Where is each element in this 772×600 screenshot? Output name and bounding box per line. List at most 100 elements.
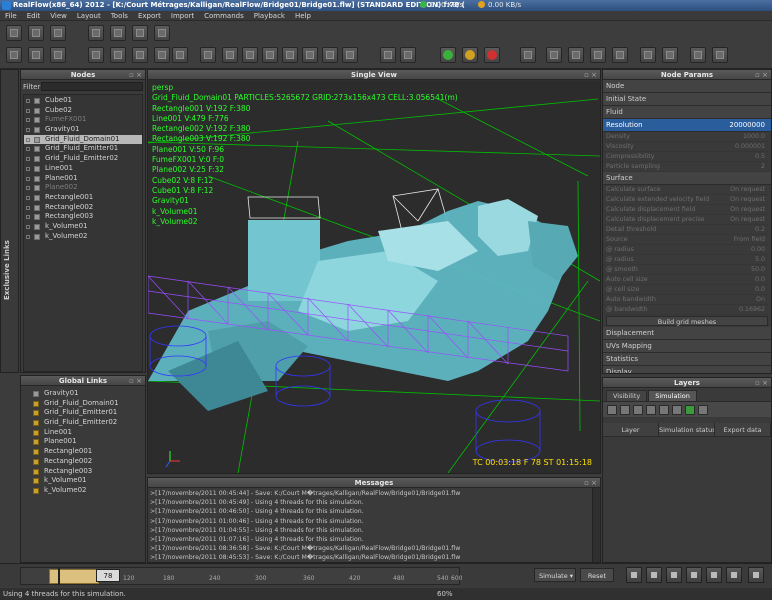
global-link-item[interactable]: Grid_Fluid_Emitter02 (23, 418, 143, 428)
help-icon[interactable] (712, 47, 728, 63)
section-display[interactable]: Display (603, 366, 771, 373)
fluid-param-value[interactable]: 1000.0 (743, 132, 765, 142)
grid-fluid-icon[interactable] (322, 47, 338, 63)
panel-close-icon[interactable]: ▫ × (755, 378, 768, 388)
node-item[interactable]: k_Volume01 (24, 222, 142, 232)
global-link-item[interactable]: k_Volume01 (23, 476, 143, 486)
surface-param[interactable]: Calculate displacement field On request (603, 205, 771, 215)
panel-close-icon[interactable]: ▫ × (755, 70, 768, 80)
menu-edit[interactable]: Edit (22, 11, 46, 21)
add-layer-icon[interactable] (607, 404, 617, 415)
node-item[interactable]: Rectangle002 (24, 203, 142, 213)
move-up-icon[interactable] (633, 404, 643, 415)
node-item[interactable]: k_Volume02 (24, 232, 142, 242)
section-statistics[interactable]: Statistics (603, 353, 771, 366)
surface-param-value[interactable]: 0.16962 (739, 305, 765, 315)
panel-close-icon[interactable]: ▫ × (584, 478, 597, 488)
section-initial-state[interactable]: Initial State (603, 93, 771, 106)
node-item[interactable]: Grid_Fluid_Emitter01 (24, 144, 142, 154)
node-item[interactable]: Cube02 (24, 106, 142, 116)
surface-param-value[interactable]: On request (730, 205, 765, 215)
surface-param[interactable]: @ smooth 50.0 (603, 265, 771, 275)
play-icon[interactable] (666, 567, 682, 583)
global-link-item[interactable]: Rectangle003 (23, 467, 143, 477)
global-link-item[interactable]: k_Volume02 (23, 486, 143, 496)
expand-icon[interactable] (26, 118, 30, 123)
menu-playback[interactable]: Playback (249, 11, 290, 21)
menu-export[interactable]: Export (133, 11, 166, 21)
frame-cursor[interactable] (58, 568, 60, 585)
expand-icon[interactable] (26, 157, 30, 162)
expand-icon[interactable] (26, 176, 30, 181)
expand-icon[interactable] (26, 108, 30, 113)
mesh-icon[interactable] (262, 47, 278, 63)
fluid-param[interactable]: Viscosity 0.000001 (603, 142, 771, 152)
fluid-param[interactable]: Compressibility 0.5 (603, 152, 771, 162)
expand-icon[interactable] (26, 128, 30, 133)
panel-close-icon[interactable]: ▫ × (584, 70, 597, 80)
surface-param-value[interactable]: On request (730, 215, 765, 225)
python-icon[interactable] (662, 47, 678, 63)
section-displacement[interactable]: Displacement (603, 327, 771, 340)
global-link-item[interactable]: Grid_Fluid_Domain01 (23, 399, 143, 409)
panel-close-icon[interactable]: ▫ × (129, 376, 142, 386)
options-icon[interactable] (698, 404, 708, 415)
resolution-param[interactable]: Resolution 20000000 (603, 119, 771, 132)
fluid-param-value[interactable]: 2 (761, 162, 765, 172)
expand-icon[interactable] (26, 99, 30, 103)
new-scene-icon[interactable] (6, 47, 22, 63)
surface-param-value[interactable]: 0.0 (755, 285, 765, 295)
menu-import[interactable]: Import (166, 11, 199, 21)
simulate-icon[interactable] (685, 404, 695, 415)
layout-tool-icon[interactable] (50, 25, 66, 41)
save-scene-icon[interactable] (50, 47, 66, 63)
surface-param[interactable]: @ bandwidth 0.16962 (603, 305, 771, 315)
simulate-mode-select[interactable]: Simulate ▾ (534, 568, 576, 582)
fluid-param[interactable]: Particle sampling 2 (603, 162, 771, 172)
surface-param[interactable]: @ cell size 0.0 (603, 285, 771, 295)
global-link-item[interactable]: Gravity01 (23, 389, 143, 399)
hybrido-icon[interactable] (380, 47, 396, 63)
surface-param-value[interactable]: 5.0 (755, 255, 765, 265)
build-grid-meshes-button[interactable]: Build grid meshes (606, 316, 768, 326)
layout-tool-icon[interactable] (88, 25, 104, 41)
3d-viewport[interactable]: persp Grid_Fluid_Domain01 PARTICLES:52656… (148, 81, 600, 473)
node-item[interactable]: Cube01 (24, 96, 142, 106)
menu-commands[interactable]: Commands (199, 11, 249, 21)
surface-param[interactable]: Auto bandwidth On (603, 295, 771, 305)
section-surface[interactable]: Surface (603, 172, 771, 185)
panel-close-icon[interactable]: ▫ × (129, 70, 142, 80)
surface-param[interactable]: Calculate surface On request (603, 185, 771, 195)
move-down-icon[interactable] (646, 404, 656, 415)
volume-icon[interactable] (400, 47, 416, 63)
surface-param[interactable]: Auto cell size 0.0 (603, 275, 771, 285)
surface-param[interactable]: Calculate extended velocity field On requ… (603, 195, 771, 205)
camera-icon[interactable] (282, 47, 298, 63)
skip-end-icon[interactable] (706, 567, 722, 583)
node-item[interactable]: Rectangle003 (24, 212, 142, 222)
sim-stop-icon[interactable] (484, 47, 500, 63)
graph-icon[interactable] (640, 47, 656, 63)
expand-icon[interactable] (26, 205, 30, 210)
node-item[interactable]: Rectangle001 (24, 193, 142, 203)
surface-param-value[interactable]: On request (730, 185, 765, 195)
loop-icon[interactable] (726, 567, 742, 583)
expand-icon[interactable] (26, 215, 30, 220)
node-item[interactable]: Plane001 (24, 174, 142, 184)
surface-param-value[interactable]: 50.0 (751, 265, 765, 275)
daemon-icon[interactable] (222, 47, 238, 63)
layout-tool-icon[interactable] (154, 25, 170, 41)
col-layer[interactable]: Layer (603, 423, 659, 436)
node-item[interactable]: Line001 (24, 164, 142, 174)
cache-icon[interactable] (659, 404, 669, 415)
layout-tool-icon[interactable] (110, 25, 126, 41)
step-forward-icon[interactable] (686, 567, 702, 583)
skip-start-icon[interactable] (626, 567, 642, 583)
section-fluid[interactable]: Fluid (603, 106, 771, 119)
surface-param-value[interactable]: 0.0 (755, 275, 765, 285)
open-scene-icon[interactable] (28, 47, 44, 63)
surface-param[interactable]: Calculate displacement precise On request (603, 215, 771, 225)
surface-param[interactable]: @ radius 5.0 (603, 255, 771, 265)
node-item[interactable]: FumeFX001 (24, 115, 142, 125)
surface-param[interactable]: Detail threshold 0.2 (603, 225, 771, 235)
